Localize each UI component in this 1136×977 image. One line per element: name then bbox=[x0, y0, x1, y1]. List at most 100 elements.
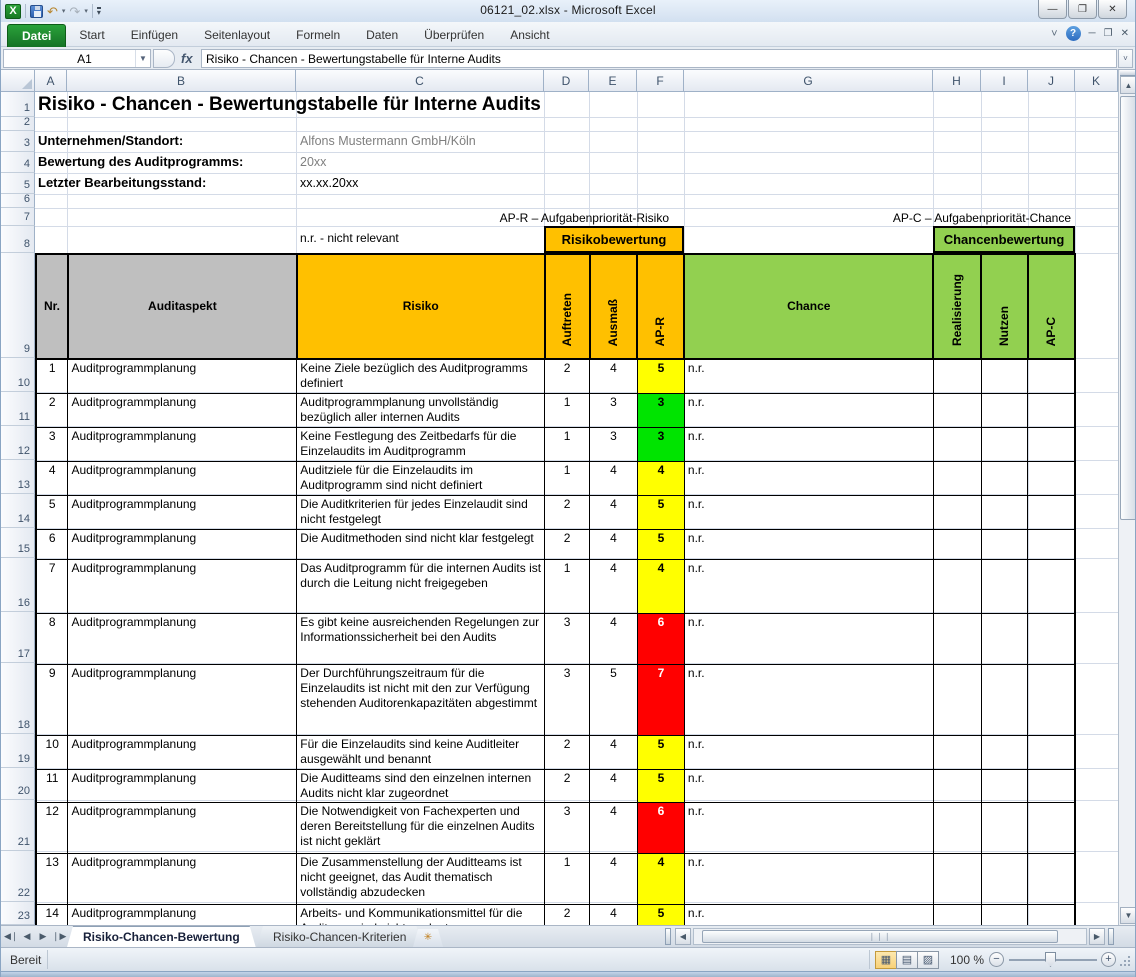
cell-risiko[interactable]: Die Auditmethoden sind nicht klar festge… bbox=[297, 529, 545, 559]
cell-nr[interactable]: 6 bbox=[36, 529, 68, 559]
cell-realisierung[interactable] bbox=[933, 769, 981, 802]
chance-group-header[interactable]: Chancenbewertung bbox=[933, 226, 1075, 253]
cell-risiko[interactable]: Für die Einzelaudits sind keine Auditlei… bbox=[297, 735, 545, 769]
cell-risiko[interactable]: Das Auditprogramm für die internen Audit… bbox=[297, 559, 545, 613]
cell-auditaspekt[interactable]: Auditprogrammplanung bbox=[68, 769, 297, 802]
minimize-button[interactable]: — bbox=[1038, 0, 1067, 19]
info-value[interactable]: 20xx bbox=[300, 155, 326, 169]
row-header-8[interactable]: 8 bbox=[1, 226, 35, 253]
column-header-I[interactable]: I bbox=[981, 70, 1028, 92]
cell-ap-r[interactable]: 5 bbox=[637, 529, 684, 559]
column-header-F[interactable]: F bbox=[637, 70, 684, 92]
info-label[interactable]: Unternehmen/Standort: bbox=[38, 133, 183, 148]
zoom-out-icon[interactable]: − bbox=[989, 952, 1004, 967]
cell-risiko[interactable]: Der Durchführungszeitraum für die Einzel… bbox=[297, 664, 545, 735]
cell-chance[interactable]: n.r. bbox=[684, 802, 933, 853]
header-nutzen[interactable]: Nutzen bbox=[981, 254, 1028, 359]
cell-ap-c[interactable] bbox=[1028, 427, 1075, 461]
zoom-slider-thumb[interactable] bbox=[1045, 952, 1056, 967]
row-header-19[interactable]: 19 bbox=[1, 734, 35, 768]
cell-nr[interactable]: 10 bbox=[36, 735, 68, 769]
cell-auftreten[interactable]: 1 bbox=[545, 393, 590, 427]
cell-realisierung[interactable] bbox=[933, 359, 981, 393]
cell-ausmass[interactable]: 4 bbox=[590, 904, 638, 925]
cell-ausmass[interactable]: 4 bbox=[590, 613, 638, 664]
row-header-5[interactable]: 5 bbox=[1, 173, 35, 194]
header-risiko[interactable]: Risiko bbox=[297, 254, 545, 359]
cell-realisierung[interactable] bbox=[933, 664, 981, 735]
minimize-ribbon-chevron-icon[interactable]: ˅ bbox=[1051, 28, 1057, 40]
cell-realisierung[interactable] bbox=[933, 802, 981, 853]
header-nr[interactable]: Nr. bbox=[36, 254, 68, 359]
row-header-11[interactable]: 11 bbox=[1, 392, 35, 426]
cell-nutzen[interactable] bbox=[981, 769, 1028, 802]
cell-auditaspekt[interactable]: Auditprogrammplanung bbox=[68, 427, 297, 461]
cell-auditaspekt[interactable]: Auditprogrammplanung bbox=[68, 529, 297, 559]
row-header-14[interactable]: 14 bbox=[1, 494, 35, 528]
cell-chance[interactable]: n.r. bbox=[684, 529, 933, 559]
tab-split-handle[interactable] bbox=[665, 928, 671, 945]
cell-ap-r[interactable]: 7 bbox=[637, 664, 684, 735]
cell-nutzen[interactable] bbox=[981, 853, 1028, 904]
cell-auditaspekt[interactable]: Auditprogrammplanung bbox=[68, 461, 297, 495]
row-header-4[interactable]: 4 bbox=[1, 152, 35, 173]
cell-chance[interactable]: n.r. bbox=[684, 904, 933, 925]
ribbon-tab-formeln[interactable]: Formeln bbox=[283, 24, 353, 47]
cell-ap-c[interactable] bbox=[1028, 359, 1075, 393]
row-header-15[interactable]: 15 bbox=[1, 528, 35, 558]
cell-auditaspekt[interactable]: Auditprogrammplanung bbox=[68, 393, 297, 427]
cell-chance[interactable]: n.r. bbox=[684, 664, 933, 735]
cell-ap-c[interactable] bbox=[1028, 559, 1075, 613]
cell-ap-c[interactable] bbox=[1028, 529, 1075, 559]
cell-realisierung[interactable] bbox=[933, 853, 981, 904]
cell-auditaspekt[interactable]: Auditprogrammplanung bbox=[68, 802, 297, 853]
cell-ausmass[interactable]: 4 bbox=[590, 735, 638, 769]
last-sheet-icon[interactable]: ❘▶ bbox=[52, 929, 66, 944]
info-label[interactable]: Bewertung des Auditprogramms: bbox=[38, 154, 243, 169]
cell-nr[interactable]: 2 bbox=[36, 393, 68, 427]
ribbon-tab-ansicht[interactable]: Ansicht bbox=[497, 24, 562, 47]
cell-auditaspekt[interactable]: Auditprogrammplanung bbox=[68, 495, 297, 529]
row-header-9[interactable]: 9 bbox=[1, 253, 35, 358]
cell-auftreten[interactable]: 3 bbox=[545, 613, 590, 664]
cell-nutzen[interactable] bbox=[981, 664, 1028, 735]
previous-sheet-icon[interactable]: ◀ bbox=[20, 929, 34, 944]
cell-nutzen[interactable] bbox=[981, 359, 1028, 393]
cell-auftreten[interactable]: 3 bbox=[545, 802, 590, 853]
row-header-20[interactable]: 20 bbox=[1, 768, 35, 800]
formula-input[interactable]: Risiko - Chancen - Bewertungstabelle für… bbox=[201, 49, 1117, 68]
cell-nutzen[interactable] bbox=[981, 613, 1028, 664]
zoom-level-label[interactable]: 100 % bbox=[950, 953, 984, 967]
ribbon-tab-datei[interactable]: Datei bbox=[7, 24, 66, 47]
help-icon[interactable]: ? bbox=[1066, 26, 1081, 41]
cell-ausmass[interactable]: 3 bbox=[590, 427, 638, 461]
cell-nutzen[interactable] bbox=[981, 802, 1028, 853]
horizontal-scrollbar[interactable]: ◀ ❘❘❘ ▶ bbox=[665, 928, 1115, 945]
cell-ap-r[interactable]: 3 bbox=[637, 427, 684, 461]
cell-realisierung[interactable] bbox=[933, 427, 981, 461]
vertical-scrollbar[interactable]: ▲ ▼ bbox=[1118, 70, 1136, 925]
scroll-split-handle[interactable] bbox=[1108, 928, 1114, 945]
row-header-12[interactable]: 12 bbox=[1, 426, 35, 460]
cell-ap-r[interactable]: 3 bbox=[637, 393, 684, 427]
row-header-6[interactable]: 6 bbox=[1, 194, 35, 208]
cell-nutzen[interactable] bbox=[981, 393, 1028, 427]
header-auditaspekt[interactable]: Auditaspekt bbox=[68, 254, 297, 359]
cell-chance[interactable]: n.r. bbox=[684, 495, 933, 529]
cell-sheet-title[interactable]: Risiko - Chancen - Bewertungstabelle für… bbox=[38, 94, 541, 116]
header-ap-c[interactable]: AP-C bbox=[1028, 254, 1075, 359]
cell-nr[interactable]: 5 bbox=[36, 495, 68, 529]
cell-chance[interactable]: n.r. bbox=[684, 559, 933, 613]
cell-ap-c[interactable] bbox=[1028, 802, 1075, 853]
cell-chance[interactable]: n.r. bbox=[684, 853, 933, 904]
cell-chance[interactable]: n.r. bbox=[684, 427, 933, 461]
cell-nr[interactable]: 3 bbox=[36, 427, 68, 461]
cell-ap-r[interactable]: 6 bbox=[637, 613, 684, 664]
info-label[interactable]: Letzter Bearbeitungsstand: bbox=[38, 175, 206, 190]
cell-auditaspekt[interactable]: Auditprogrammplanung bbox=[68, 664, 297, 735]
cell-nr[interactable]: 11 bbox=[36, 769, 68, 802]
cell-risiko[interactable]: Es gibt keine ausreichenden Regelungen z… bbox=[297, 613, 545, 664]
header-realisierung[interactable]: Realisierung bbox=[933, 254, 981, 359]
normal-view-icon[interactable]: ▦ bbox=[875, 951, 897, 969]
info-value[interactable]: xx.xx.20xx bbox=[300, 176, 358, 190]
